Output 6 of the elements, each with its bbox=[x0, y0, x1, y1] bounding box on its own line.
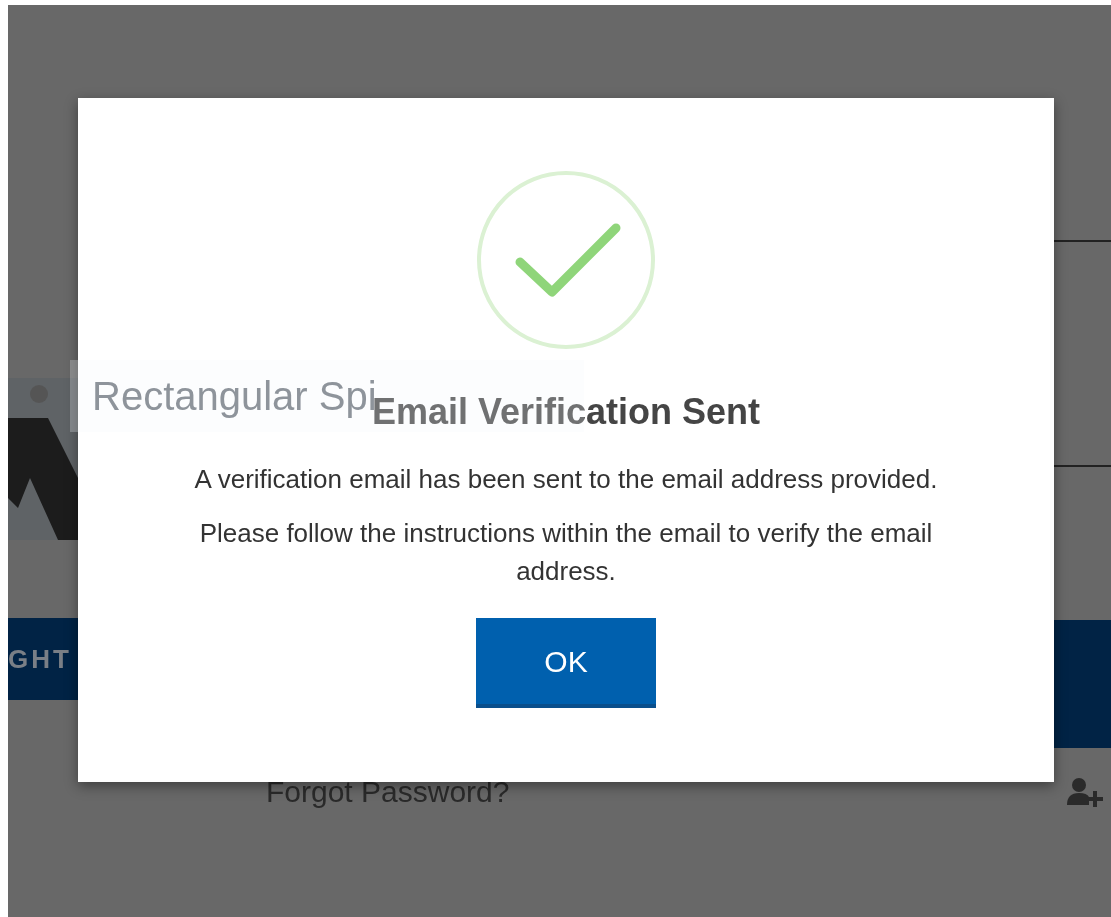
banner-text: GHT bbox=[8, 642, 72, 676]
add-user-icon[interactable] bbox=[1067, 777, 1105, 807]
ok-button[interactable]: OK bbox=[476, 618, 656, 708]
dialog-message: A verification email has been sent to the email address provided. bbox=[194, 463, 938, 496]
success-check-icon bbox=[476, 170, 656, 350]
dialog-message: Please follow the instructions within the email to verify the email address. bbox=[198, 517, 934, 588]
